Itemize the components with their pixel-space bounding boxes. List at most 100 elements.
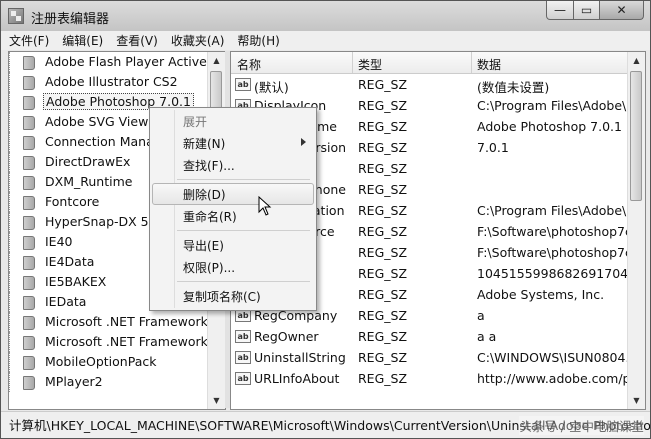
folder-icon: [23, 116, 35, 130]
scroll-down-arrow-icon[interactable]: ▼: [628, 392, 645, 409]
value-type: REG_SZ: [358, 119, 408, 134]
tree-connector-line: [9, 332, 11, 352]
column-header-type[interactable]: 类型: [358, 56, 382, 73]
regedit-window: 注册表编辑器 — ▭ ✕ 文件(F) 编辑(E) 查看(V) 收藏夹(A) 帮助…: [0, 0, 651, 439]
string-value-icon: ab: [235, 330, 251, 343]
context-menu-item[interactable]: 导出(E): [152, 234, 314, 256]
folder-icon: [23, 336, 35, 350]
tree-connector-line: [9, 92, 11, 112]
tree-item-label: Adobe Illustrator CS2: [45, 74, 178, 89]
tree-item-label: DXM_Runtime: [45, 174, 133, 189]
tree-connector-line: [9, 112, 11, 132]
folder-icon: [23, 136, 35, 150]
string-value-icon: ab: [235, 351, 251, 364]
folder-icon: [23, 56, 35, 70]
menu-view[interactable]: 查看(V): [116, 32, 158, 49]
tree-item[interactable]: Adobe Illustrator CS2: [9, 72, 209, 92]
tree-item-label: IE4Data: [45, 254, 95, 269]
tree-connector-line: [9, 132, 11, 152]
tree-item[interactable]: Microsoft .NET Framework: [9, 332, 209, 352]
value-type: REG_SZ: [358, 308, 408, 323]
value-data: Adobe Photoshop 7.0.1: [477, 119, 622, 134]
context-menu-item: 展开: [152, 110, 314, 132]
mouse-pointer-icon: [258, 196, 272, 216]
table-row[interactable]: ab UninstallString REG_SZ C:\WINDOWS\ISUN08…: [231, 347, 627, 368]
title-bar[interactable]: 注册表编辑器 — ▭ ✕: [1, 1, 650, 31]
table-row[interactable]: ab (默认) REG_SZ (数值未设置): [231, 74, 627, 95]
column-divider[interactable]: [471, 52, 472, 73]
context-menu-item[interactable]: 重命名(R): [152, 205, 314, 227]
menu-item-label: 权限(P)...: [183, 261, 236, 275]
value-type: REG_SZ: [358, 161, 408, 176]
context-menu-item[interactable]: 删除(D): [152, 183, 314, 205]
folder-icon: [23, 216, 35, 230]
value-data: C:\Program Files\Adobe\P: [477, 203, 627, 218]
tree-item-label: IEData: [45, 294, 87, 309]
value-type: REG_SZ: [358, 224, 408, 239]
minimize-button[interactable]: —: [546, 1, 574, 20]
context-menu-item[interactable]: 复制项名称(C): [152, 285, 314, 307]
tree-item-label: Fontcore: [45, 194, 100, 209]
value-data: 1045155998682691704 1X: [477, 266, 627, 281]
value-data: C:\Program Files\Adobe\P: [477, 98, 627, 113]
value-name: (默认): [254, 80, 289, 95]
column-header-data[interactable]: 数据: [477, 56, 501, 73]
folder-icon: [23, 296, 35, 310]
menu-item-label: 复制项名称(C): [183, 290, 261, 304]
scroll-up-arrow-icon[interactable]: ▲: [628, 52, 645, 69]
tree-connector-line: [9, 192, 11, 212]
window-title: 注册表编辑器: [31, 12, 110, 27]
string-value-icon: ab: [235, 372, 251, 385]
value-type: REG_SZ: [358, 371, 408, 386]
menu-separator: [177, 179, 310, 180]
value-type: REG_SZ: [358, 350, 408, 365]
menu-file[interactable]: 文件(F): [9, 32, 49, 49]
tree-item[interactable]: Adobe Flash Player ActiveX: [9, 52, 215, 72]
menu-edit[interactable]: 编辑(E): [62, 32, 103, 49]
scroll-up-arrow-icon[interactable]: ▲: [208, 52, 225, 69]
column-header-name[interactable]: 名称: [237, 56, 261, 73]
tree-connector-line: [9, 232, 11, 252]
value-data: 7.0.1: [477, 140, 509, 155]
table-row[interactable]: ab RegOwner REG_SZ a a: [231, 326, 627, 347]
value-data: http://www.adobe.com/ph: [477, 371, 627, 386]
context-menu-item[interactable]: 查找(F)...: [152, 154, 314, 176]
tree-connector-line: [9, 352, 11, 372]
menu-help[interactable]: 帮助(H): [237, 32, 279, 49]
string-value-icon: ab: [235, 78, 251, 91]
value-data: a a: [477, 329, 497, 344]
menu-item-label: 删除(D): [183, 188, 226, 202]
column-divider[interactable]: [352, 52, 353, 73]
tree-connector-line: [9, 272, 11, 292]
tree-item-label: MobileOptionPack: [45, 354, 157, 369]
regedit-app-icon: [8, 8, 24, 24]
folder-icon: [23, 196, 35, 210]
tree-connector-line: [9, 152, 11, 172]
context-menu-item[interactable]: 权限(P)...: [152, 256, 314, 278]
value-name: URLInfoAbout: [254, 371, 340, 386]
value-type: REG_SZ: [358, 98, 408, 113]
table-row[interactable]: ab URLInfoAbout REG_SZ http://www.adobe.com…: [231, 368, 627, 389]
tree-connector-line: [9, 252, 11, 272]
tree-item[interactable]: MPlayer2: [9, 372, 209, 392]
list-scroll-thumb[interactable]: [630, 71, 642, 201]
value-type: REG_SZ: [358, 266, 408, 281]
menu-favorites[interactable]: 收藏夹(A): [171, 32, 225, 49]
value-type: REG_SZ: [358, 329, 408, 344]
close-button[interactable]: ✕: [600, 1, 644, 20]
context-menu-item[interactable]: 新建(N): [152, 132, 314, 154]
value-data: a: [477, 308, 485, 323]
tree-connector-line: [9, 212, 11, 232]
tree-item[interactable]: Microsoft .NET Framework: [9, 312, 209, 332]
maximize-button[interactable]: ▭: [574, 1, 600, 20]
folder-icon: [23, 236, 35, 250]
value-type: REG_SZ: [358, 245, 408, 260]
value-type: REG_SZ: [358, 182, 408, 197]
tree-item-label: Adobe Flash Player ActiveX: [45, 54, 216, 69]
tree-item-label: Microsoft .NET Framework: [45, 314, 208, 329]
scroll-down-arrow-icon[interactable]: ▼: [208, 392, 225, 409]
tree-item[interactable]: MobileOptionPack: [9, 352, 209, 372]
list-vertical-scrollbar[interactable]: ▲ ▼: [627, 52, 645, 409]
tree-item-label: IE40: [45, 234, 73, 249]
tree-item-label: Adobe SVG Viewer: [45, 114, 162, 129]
